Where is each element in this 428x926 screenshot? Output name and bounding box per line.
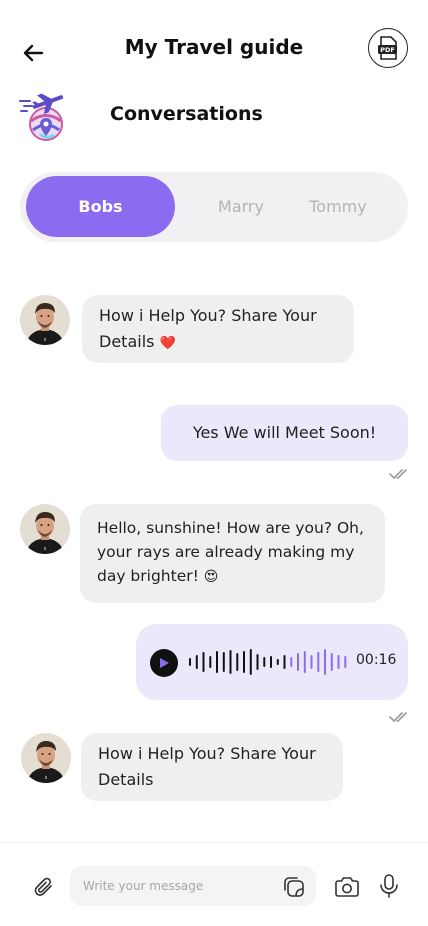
waveform-bar <box>303 651 306 673</box>
microphone-icon[interactable] <box>378 873 400 899</box>
message-text: How i Help You? Share Your <box>98 744 316 763</box>
avatar[interactable] <box>20 295 70 345</box>
waveform-bar <box>290 657 293 667</box>
sticker-icon[interactable] <box>282 875 306 899</box>
waveform-bar <box>195 655 198 669</box>
pdf-export-button[interactable]: PDF <box>368 28 408 68</box>
waveform-bar <box>330 653 333 671</box>
message-bubble: How i Help You? Share Your Details ❤️ <box>82 295 354 363</box>
play-button[interactable] <box>150 649 178 677</box>
waveform-bar <box>243 651 245 673</box>
waveform-bar <box>222 652 225 672</box>
double-check-icon <box>389 469 407 480</box>
tab-tommy[interactable]: Tommy <box>292 176 384 237</box>
waveform-bar <box>263 657 266 667</box>
double-check-icon <box>389 712 407 723</box>
heart-eyes-emoji: 😍 <box>203 569 219 585</box>
message-text: Hello, sunshine! How are you? Oh, <box>97 519 364 537</box>
waveform-bar <box>209 656 212 668</box>
contact-tabs: Bobs Marry Tommy <box>20 172 408 242</box>
message-bubble: Hello, sunshine! How are you? Oh, your r… <box>80 504 385 603</box>
waveform-bar <box>202 652 205 672</box>
my-message-bubble: Yes We will Meet Soon! <box>161 405 408 461</box>
tab-marry[interactable]: Marry <box>196 176 286 237</box>
conversations-title: Conversations <box>110 103 263 125</box>
pdf-label: PDF <box>380 46 395 54</box>
conversations-header: Conversations <box>18 88 418 148</box>
waveform-bar <box>270 656 272 668</box>
waveform-bar <box>324 649 326 675</box>
waveform-bar <box>189 658 191 666</box>
waveform-bar <box>249 649 252 675</box>
waveform-bar <box>276 659 279 665</box>
message-bubble: How i Help You? Share Your Details <box>81 733 343 801</box>
app-header: My Travel guide PDF <box>0 0 428 100</box>
waveform-bar <box>256 654 259 670</box>
waveform-bar <box>344 656 347 668</box>
avatar[interactable] <box>20 504 70 554</box>
audio-waveform[interactable] <box>188 648 350 676</box>
waveform-bar <box>229 650 232 674</box>
waveform-bar <box>310 655 313 669</box>
message-text: Details <box>99 332 155 351</box>
paperclip-icon[interactable] <box>32 875 56 899</box>
pdf-icon: PDF <box>378 36 397 60</box>
waveform-bar <box>337 655 340 669</box>
travel-logo <box>18 88 74 142</box>
heart-emoji: ❤️ <box>159 336 176 351</box>
page-title: My Travel guide <box>124 35 304 59</box>
camera-icon[interactable] <box>334 875 360 899</box>
waveform-bar <box>317 652 320 672</box>
message-text: day brighter! <box>97 567 199 585</box>
voice-message-bubble: 00:16 <box>136 624 408 700</box>
waveform-bar <box>283 655 286 669</box>
message-text: Yes We will Meet Soon! <box>192 423 377 442</box>
message-input[interactable] <box>70 866 316 906</box>
message-text: Details <box>98 770 154 789</box>
tab-bobs[interactable]: Bobs <box>26 176 175 237</box>
message-text: How i Help You? Share Your <box>99 306 317 325</box>
waveform-bar <box>236 653 239 671</box>
message-composer <box>0 842 428 926</box>
waveform-bar <box>297 653 299 671</box>
message-text: your rays are already making my <box>97 543 355 561</box>
avatar[interactable] <box>21 733 71 783</box>
waveform-bar <box>216 651 218 673</box>
play-icon <box>160 658 169 668</box>
voice-duration: 00:16 <box>356 652 397 668</box>
